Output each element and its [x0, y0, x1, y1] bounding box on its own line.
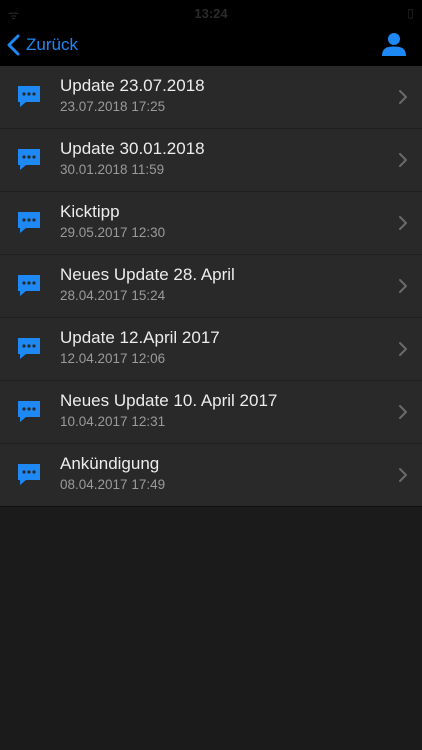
chat-bubble-icon [18, 275, 40, 296]
back-button[interactable]: Zurück [4, 30, 78, 60]
status-bar: ᯤ ︎ 13:24 ▯ [0, 0, 422, 28]
list-item-title: Update 23.07.2018 [60, 76, 205, 95]
list-item-date: 08.04.2017 17:49 [60, 477, 166, 492]
chevron-left-icon [7, 34, 20, 56]
list-item[interactable]: Update 12.April 2017 12.04.2017 12:06 [0, 318, 422, 381]
list-item-date: 23.07.2018 17:25 [60, 99, 166, 114]
chat-bubble-icon [18, 149, 40, 170]
chat-bubble-icon [18, 338, 40, 359]
chevron-right-icon [399, 342, 407, 356]
list-item[interactable]: Update 23.07.2018 23.07.2018 17:25 [0, 66, 422, 129]
status-time: 13:24 [194, 6, 228, 21]
list-item-date: 30.01.2018 11:59 [60, 162, 165, 177]
list-item[interactable]: Neues Update 10. April 2017 10.04.2017 1… [0, 381, 422, 444]
list-item-date: 12.04.2017 12:06 [60, 351, 166, 366]
list-item-date: 29.05.2017 12:30 [60, 225, 166, 240]
list-item-title: Neues Update 28. April [60, 265, 235, 284]
list-item-title: Neues Update 10. April 2017 [60, 391, 278, 410]
chevron-right-icon [399, 153, 407, 167]
list-item[interactable]: Update 30.01.2018 30.01.2018 11:59 [0, 129, 422, 192]
list-item-title: Ankündigung [60, 454, 160, 473]
chat-bubble-icon [18, 212, 40, 233]
status-battery: ▯ [407, 6, 414, 20]
chevron-right-icon [399, 405, 407, 419]
person-icon[interactable] [380, 30, 408, 58]
chevron-right-icon [399, 90, 407, 104]
back-button-label: Zurück [26, 35, 78, 54]
list-item[interactable]: Kicktipp 29.05.2017 12:30 [0, 192, 422, 255]
list-item-date: 28.04.2017 15:24 [60, 288, 166, 303]
chat-bubble-icon [18, 86, 40, 107]
list-item-title: Update 12.April 2017 [60, 328, 220, 347]
list-item-title: Update 30.01.2018 [60, 139, 205, 158]
navigation-bar: Zurück [0, 28, 422, 66]
chevron-right-icon [399, 468, 407, 482]
chevron-right-icon [399, 216, 407, 230]
list-item-title: Kicktipp [60, 202, 120, 221]
list-item[interactable]: Neues Update 28. April 28.04.2017 15:24 [0, 255, 422, 318]
chat-bubble-icon [18, 464, 40, 485]
chat-bubble-icon [18, 401, 40, 422]
list-item[interactable]: Ankündigung 08.04.2017 17:49 [0, 444, 422, 506]
message-list: Update 23.07.2018 23.07.2018 17:25 Updat… [0, 66, 422, 507]
chevron-right-icon [399, 279, 407, 293]
list-item-date: 10.04.2017 12:31 [60, 414, 166, 429]
